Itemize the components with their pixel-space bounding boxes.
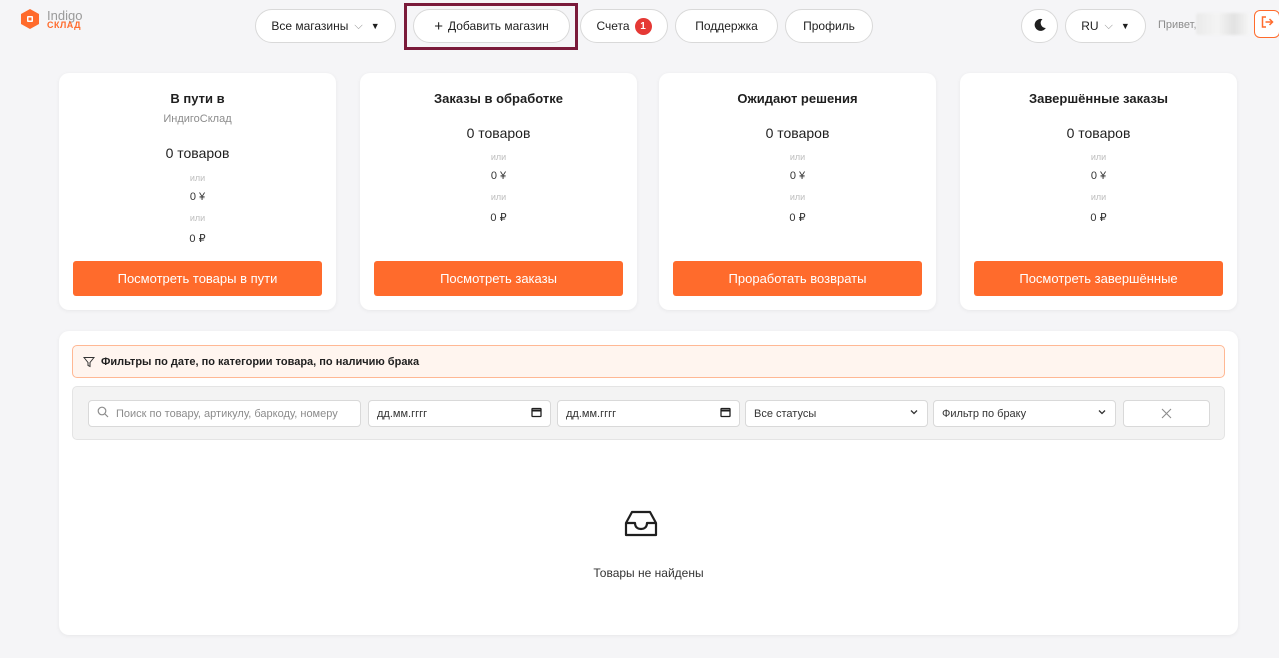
caret-down-icon: ▼ (370, 21, 380, 31)
card-value-rub: 0 ₽ (789, 212, 806, 224)
search-input-placeholder: Поиск по товару, артикулу, баркоду, номе… (116, 407, 338, 420)
empty-inbox-icon (624, 509, 658, 544)
card-title: В пути в (170, 91, 225, 106)
language-dropdown[interactable]: RU ⌵ ▼ (1065, 9, 1146, 43)
card-or-text: или (490, 152, 507, 162)
top-navbar: Indigo СКЛАД Все магазины ⌵ ▼ + Добавить… (0, 0, 1279, 52)
bills-button[interactable]: Счета 1 (580, 9, 668, 43)
view-orders-button[interactable]: Посмотреть заказы (374, 261, 623, 296)
add-store-label: Добавить магазин (447, 19, 549, 33)
date-from-placeholder: дд.мм.гггг (377, 407, 428, 420)
logout-button[interactable] (1254, 10, 1279, 38)
card-value-yuan: 0 ¥ (189, 191, 206, 203)
card-value-yuan: 0 ¥ (789, 170, 806, 182)
search-icon (97, 406, 109, 421)
theme-toggle-button[interactable] (1021, 9, 1058, 43)
caret-down-icon: ▼ (1120, 21, 1130, 31)
chevron-down-icon: ⌵ (1104, 19, 1113, 32)
filters-toggle[interactable]: Фильтры по дате, по категории товара, по… (72, 345, 1225, 378)
clear-filters-button[interactable] (1123, 400, 1210, 427)
empty-state-text: Товары не найдены (593, 566, 704, 580)
bills-count-badge: 1 (634, 17, 652, 35)
chevron-down-icon (909, 407, 919, 420)
filter-funnel-icon (83, 356, 95, 368)
filter-bar: Поиск по товару, артикулу, баркоду, номе… (72, 386, 1225, 440)
process-returns-button[interactable]: Проработать возвраты (673, 261, 922, 296)
card-quantity: 0 товаров (165, 145, 230, 161)
card-or-text: или (789, 192, 806, 202)
card-or-text: или (1090, 152, 1107, 162)
card-quantity: 0 товаров (466, 125, 531, 141)
orders-panel: Фильтры по дате, по категории товара, по… (59, 331, 1238, 635)
view-completed-button[interactable]: Посмотреть завершённые (974, 261, 1223, 296)
card-or-text: или (789, 152, 806, 162)
add-store-button[interactable]: + Добавить магазин (413, 9, 570, 43)
chevron-down-icon: ⌵ (354, 19, 363, 32)
stat-card-in-transit: В пути в ИндигоСклад 0 товаров или 0 ¥ и… (59, 73, 336, 310)
card-title: Заказы в обработке (434, 91, 563, 106)
status-select-value: Все статусы (754, 407, 817, 420)
card-value-rub: 0 ₽ (490, 212, 507, 224)
bills-label: Счета (596, 19, 630, 33)
card-quantity: 0 товаров (765, 125, 830, 141)
card-or-text: или (1090, 192, 1107, 202)
chevron-down-icon (1097, 407, 1107, 420)
card-title: Ожидают решения (737, 91, 858, 106)
view-in-transit-button[interactable]: Посмотреть товары в пути (73, 261, 322, 296)
profile-button[interactable]: Профиль (785, 9, 873, 43)
card-value-rub: 0 ₽ (1090, 212, 1107, 224)
calendar-icon (531, 407, 542, 421)
card-or-text: или (490, 192, 507, 202)
language-label: RU (1081, 19, 1099, 33)
defect-filter-select[interactable]: Фильтр по браку (933, 400, 1116, 427)
card-title: Завершённые заказы (1028, 91, 1169, 106)
close-icon (1161, 406, 1172, 422)
stat-card-completed: Завершённые заказы 0 товаров или 0 ¥ или… (960, 73, 1237, 310)
search-field[interactable]: Поиск по товару, артикулу, баркоду, номе… (88, 400, 361, 427)
card-value-yuan: 0 ¥ (490, 170, 507, 182)
card-value-yuan: 0 ¥ (1090, 170, 1107, 182)
calendar-icon (720, 407, 731, 421)
greeting-text: Привет, (1158, 19, 1197, 31)
filters-banner-text: Фильтры по дате, по категории товара, по… (101, 355, 420, 368)
brand-logo[interactable]: Indigo СКЛАД (19, 8, 82, 30)
support-label: Поддержка (695, 19, 758, 33)
moon-icon (1033, 18, 1047, 35)
support-button[interactable]: Поддержка (675, 9, 778, 43)
username-redacted (1196, 13, 1250, 35)
card-or-text: или (189, 213, 206, 223)
logo-hexagon-icon (19, 8, 41, 30)
status-select[interactable]: Все статусы (745, 400, 928, 427)
date-to-input[interactable]: дд.мм.гггг (557, 400, 740, 427)
stores-dropdown-label: Все магазины (271, 19, 349, 33)
brand-subtitle: СКЛАД (47, 19, 82, 30)
stat-card-processing: Заказы в обработке 0 товаров или 0 ¥ или… (360, 73, 637, 310)
card-or-text: или (189, 173, 206, 183)
stores-dropdown[interactable]: Все магазины ⌵ ▼ (255, 9, 396, 43)
card-value-rub: 0 ₽ (189, 233, 206, 245)
defect-select-value: Фильтр по браку (942, 407, 1027, 420)
logout-icon (1260, 15, 1274, 34)
stat-card-pending: Ожидают решения 0 товаров или 0 ¥ или 0 … (659, 73, 936, 310)
plus-icon: + (434, 17, 443, 35)
date-from-input[interactable]: дд.мм.гггг (368, 400, 551, 427)
profile-label: Профиль (803, 19, 855, 33)
card-quantity: 0 товаров (1066, 125, 1131, 141)
date-to-placeholder: дд.мм.гггг (566, 407, 617, 420)
card-subtitle: ИндигоСклад (163, 113, 232, 125)
